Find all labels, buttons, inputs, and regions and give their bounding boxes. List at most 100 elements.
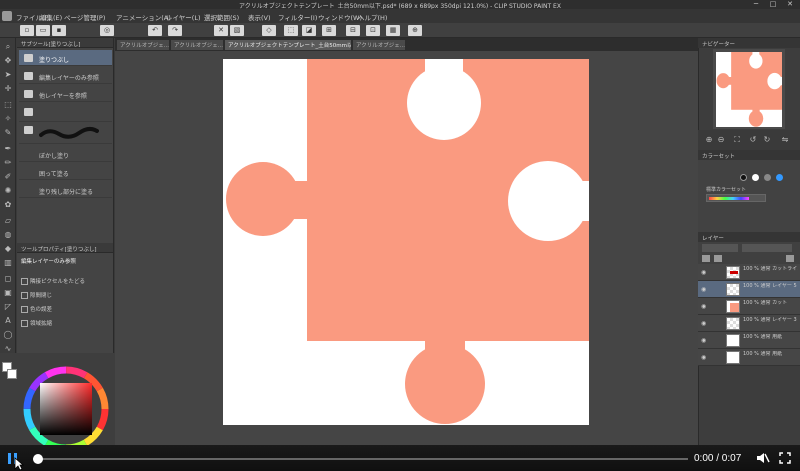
layer-row[interactable]: ◉ 100 % 通常 カット (698, 298, 800, 315)
progress-knob[interactable] (33, 454, 43, 464)
colorset-dot-black[interactable] (740, 174, 747, 181)
close-button[interactable]: ✕ (782, 0, 798, 9)
document-tab[interactable]: アクリルオブジェ... (117, 40, 169, 50)
navigator-thumbnail[interactable] (716, 51, 783, 127)
clip-studio-icon[interactable]: ◎ (100, 25, 114, 36)
toolprop-row[interactable]: 隙間閉じ (21, 291, 109, 303)
menu-edit[interactable]: 編集(E) (40, 12, 62, 22)
maximize-button[interactable]: □ (765, 0, 781, 9)
deselect-icon[interactable]: ⬚ (284, 25, 298, 36)
fit-icon[interactable]: ⛶ (732, 135, 742, 145)
transform-icon[interactable]: ◇ (262, 25, 276, 36)
airbrush-tool-icon[interactable]: ✺ (3, 186, 13, 196)
redo-icon[interactable]: ↷ (168, 25, 182, 36)
fill-icon[interactable]: ▧ (230, 25, 244, 36)
flip-icon[interactable]: ⇋ (780, 135, 790, 145)
snap-grid-icon[interactable]: ▦ (386, 25, 400, 36)
progress-track[interactable] (33, 458, 688, 460)
subtool-item[interactable] (19, 104, 112, 122)
colorset-dot-blue[interactable] (776, 174, 783, 181)
zoom-out-icon[interactable]: ⊖ (716, 135, 726, 145)
eyedropper-tool-icon[interactable]: ✎ (3, 128, 13, 138)
shrink-selection-icon[interactable]: ⊟ (346, 25, 360, 36)
fullscreen-icon[interactable] (779, 452, 791, 464)
colorset-dropdown[interactable] (706, 194, 766, 202)
operation-tool-icon[interactable]: ➤ (3, 70, 13, 80)
visibility-eye-icon[interactable]: ◉ (701, 303, 710, 310)
checkbox[interactable] (21, 306, 28, 313)
menu-filter[interactable]: フィルター(I) (278, 12, 317, 22)
opacity-slider[interactable] (742, 244, 792, 252)
ruler-tool-icon[interactable]: ◸ (3, 302, 13, 312)
menu-select[interactable]: 選択範囲(S) (204, 12, 239, 22)
document-tab[interactable]: アクリルオブジェ... (171, 40, 223, 50)
zoom-in-icon[interactable]: ⊕ (704, 135, 714, 145)
new-folder-icon[interactable] (714, 255, 722, 262)
rotate-left-icon[interactable]: ↺ (748, 135, 758, 145)
menu-layer[interactable]: レイヤー(L) (166, 12, 201, 22)
frame-tool-icon[interactable]: ▣ (3, 288, 13, 298)
gradient-tool-icon[interactable]: ▥ (3, 258, 13, 268)
colorset-dot-white[interactable] (752, 174, 759, 181)
invert-selection-icon[interactable]: ◪ (302, 25, 316, 36)
checkbox[interactable] (21, 320, 28, 327)
pencil-tool-icon[interactable]: ✏ (3, 158, 13, 168)
color-wheel[interactable] (0, 353, 116, 445)
move-layer-tool-icon[interactable]: ✛ (3, 84, 13, 94)
expand-selection-icon[interactable]: ⊞ (322, 25, 336, 36)
minimize-button[interactable]: ─ (748, 0, 764, 9)
visibility-eye-icon[interactable]: ◉ (701, 354, 710, 361)
brush-tool-icon[interactable]: ✐ (3, 172, 13, 182)
subtool-item[interactable] (19, 122, 112, 144)
layer-row[interactable]: ◉ 100 % 通常 用紙 (698, 332, 800, 349)
toolprop-row[interactable]: 色の誤差 (21, 305, 109, 317)
visibility-eye-icon[interactable]: ◉ (701, 320, 710, 327)
document-tab[interactable]: アクリルオブジェ... (353, 40, 405, 50)
layer-row[interactable]: ◉ 100 % 通常 用紙 (698, 349, 800, 366)
snap-special-icon[interactable]: ⊕ (408, 25, 422, 36)
blend-tool-icon[interactable]: ◍ (3, 230, 13, 240)
decoration-tool-icon[interactable]: ✿ (3, 200, 13, 210)
delete-layer-icon[interactable] (786, 255, 794, 262)
pen-tool-icon[interactable]: ✒ (3, 144, 13, 154)
fill-tool-icon[interactable]: ◆ (3, 244, 13, 254)
subtool-item[interactable]: 編集レイヤーのみ参照 (19, 68, 112, 84)
figure-tool-icon[interactable]: ◻ (3, 274, 13, 284)
layer-row[interactable]: ◉ 100 % 通常 カットラインテキスト (698, 264, 800, 281)
blend-mode-dropdown[interactable] (702, 244, 738, 252)
toolprop-row[interactable]: 隣接ピクセルをたどる (21, 277, 109, 289)
move-tool-icon[interactable]: ✥ (3, 56, 13, 66)
document-tab-active[interactable]: アクリルオブジェクトテンプレート_土台50mm以下.psd* (225, 40, 351, 50)
layer-row[interactable]: ◉ 100 % 通常 レイヤー 3 (698, 315, 800, 332)
selection-tool-icon[interactable]: ⬚ (3, 100, 13, 110)
layer-row-selected[interactable]: ◉ 100 % 通常 レイヤー 5 (698, 281, 800, 298)
subtool-item[interactable]: ぼかし塗り (19, 146, 112, 162)
auto-select-tool-icon[interactable]: ✧ (3, 114, 13, 124)
menu-animation[interactable]: アニメーション(A) (116, 12, 171, 22)
menu-window[interactable]: ウィンドウ(W) (318, 12, 362, 22)
new-icon[interactable]: ▫ (20, 25, 34, 36)
subtool-item[interactable]: 他レイヤーを参照 (19, 86, 112, 102)
snap-ruler-icon[interactable]: ⊡ (366, 25, 380, 36)
mute-icon[interactable] (756, 452, 770, 464)
visibility-eye-icon[interactable]: ◉ (701, 337, 710, 344)
subtool-item[interactable]: 囲って塗る (19, 164, 112, 180)
text-tool-icon[interactable]: A (3, 316, 13, 326)
colorset-dot-gray[interactable] (764, 174, 771, 181)
open-icon[interactable]: ▭ (36, 25, 50, 36)
checkbox[interactable] (21, 278, 28, 285)
checkbox[interactable] (21, 292, 28, 299)
subtool-item[interactable]: 塗り残し部分に塗る (19, 182, 112, 198)
visibility-eye-icon[interactable]: ◉ (701, 269, 710, 276)
rotate-right-icon[interactable]: ↻ (762, 135, 772, 145)
clear-icon[interactable]: ✕ (214, 25, 228, 36)
new-layer-icon[interactable] (702, 255, 710, 262)
zoom-tool-icon[interactable]: ⌕ (3, 42, 13, 52)
eraser-tool-icon[interactable]: ▱ (3, 216, 13, 226)
undo-icon[interactable]: ↶ (148, 25, 162, 36)
subtool-item[interactable]: 塗りつぶし (19, 50, 112, 66)
toolprop-row[interactable]: 領域拡縮 (21, 319, 109, 331)
canvas-paper[interactable] (223, 59, 589, 425)
menu-help[interactable]: ヘルプ(H) (358, 12, 387, 22)
menu-page[interactable]: ページ管理(P) (64, 12, 105, 22)
